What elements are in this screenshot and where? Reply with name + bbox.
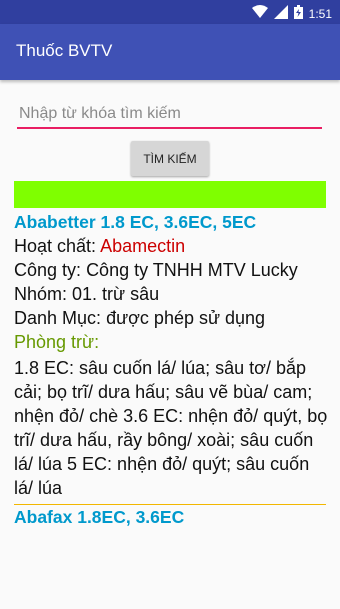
result-title[interactable]: Abafax 1.8EC, 3.6EC xyxy=(14,505,328,529)
battery-icon xyxy=(293,4,303,23)
company-label: Công ty: xyxy=(14,260,82,280)
active-ingredient-row: Hoạt chất: Abamectin xyxy=(14,234,328,258)
status-time: 1:51 xyxy=(308,6,332,21)
company-row: Công ty: Công ty TNHH MTV Lucky xyxy=(14,258,328,282)
group-value: 01. trừ sâu xyxy=(72,284,160,304)
results-list[interactable]: Ababetter 1.8 EC, 3.6EC, 5EC Hoạt chất: … xyxy=(14,210,328,529)
group-label: Nhóm: xyxy=(14,284,68,304)
category-label: Danh Mục: xyxy=(14,308,102,328)
app-title: Thuốc BVTV xyxy=(16,41,113,60)
wifi-icon xyxy=(251,4,268,23)
category-value: được phép sử dụng xyxy=(106,308,266,328)
search-button[interactable]: TÌM KIẾM xyxy=(131,141,209,176)
highlight-bar xyxy=(14,181,326,208)
active-ingredient-value: Abamectin xyxy=(100,236,186,256)
pest-description: 1.8 EC: sâu cuốn lá/ lúa; sâu tơ/ bắp cả… xyxy=(14,358,328,498)
search-input[interactable] xyxy=(17,101,322,129)
signal-icon xyxy=(273,4,288,23)
result-item[interactable]: Ababetter 1.8 EC, 3.6EC, 5EC Hoạt chất: … xyxy=(14,210,328,500)
pest-section-label: Phòng trừ: xyxy=(14,332,100,352)
active-ingredient-label: Hoạt chất: xyxy=(14,236,97,256)
result-title[interactable]: Ababetter 1.8 EC, 3.6EC, 5EC xyxy=(14,210,328,234)
category-row: Danh Mục: được phép sử dụng xyxy=(14,306,328,330)
company-value: Công ty TNHH MTV Lucky xyxy=(86,260,298,280)
status-bar: 1:51 xyxy=(0,0,340,24)
app-bar: Thuốc BVTV xyxy=(0,24,340,80)
group-row: Nhóm: 01. trừ sâu xyxy=(14,282,328,306)
